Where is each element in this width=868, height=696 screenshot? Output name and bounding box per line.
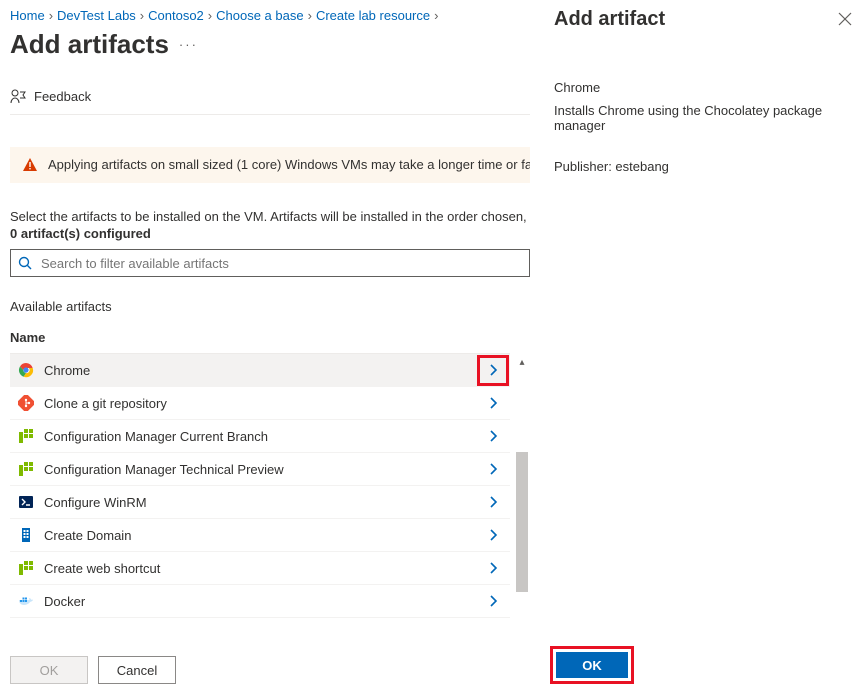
artifact-label: Clone a git repository — [42, 396, 476, 411]
feedback-label: Feedback — [34, 89, 91, 104]
artifact-label: Docker — [42, 594, 476, 609]
cm-icon — [10, 461, 42, 477]
ps-icon — [10, 494, 42, 510]
ok-button-highlight: OK — [550, 646, 634, 684]
artifact-description: Installs Chrome using the Chocolatey pac… — [554, 103, 856, 133]
chevron-right-icon: › — [308, 8, 312, 23]
cm-icon — [10, 560, 42, 576]
artifact-label: Chrome — [42, 363, 476, 378]
artifact-label: Create Domain — [42, 528, 476, 543]
artifact-row[interactable]: Create web shortcut — [10, 552, 510, 585]
ok-primary-button[interactable]: OK — [556, 652, 628, 678]
breadcrumb: Home › DevTest Labs › Contoso2 › Choose a b… — [10, 8, 542, 23]
breadcrumb-item[interactable]: Create lab resource — [316, 8, 430, 23]
chevron-right-icon[interactable] — [476, 429, 510, 443]
artifact-name: Chrome — [554, 80, 856, 95]
artifact-row[interactable]: Chrome — [10, 354, 510, 387]
chevron-right-icon[interactable] — [476, 495, 510, 509]
chevron-right-icon: › — [208, 8, 212, 23]
chevron-right-icon[interactable] — [476, 594, 510, 608]
docker-icon — [10, 593, 42, 609]
artifact-row[interactable]: Clone a git repository — [10, 387, 510, 420]
side-panel-title: Add artifact — [554, 8, 665, 31]
scrollbar-thumb[interactable] — [516, 452, 528, 592]
chevron-right-icon: › — [49, 8, 53, 23]
artifact-row[interactable]: Docker — [10, 585, 510, 618]
artifact-label: Configuration Manager Technical Preview — [42, 462, 476, 477]
column-header-name: Name — [10, 330, 510, 354]
instruction-text: Select the artifacts to be installed on … — [10, 209, 530, 224]
scroll-up-icon[interactable]: ▴ — [514, 354, 530, 370]
artifact-publisher: Publisher: estebang — [554, 159, 856, 174]
warning-bar: Applying artifacts on small sized (1 cor… — [10, 147, 530, 183]
chevron-right-icon[interactable] — [476, 528, 510, 542]
chevron-right-icon[interactable] — [476, 363, 510, 377]
feedback-button[interactable]: Feedback — [10, 88, 91, 104]
artifact-row[interactable]: Create Domain — [10, 519, 510, 552]
domain-icon — [10, 527, 42, 543]
artifact-row[interactable]: Configuration Manager Technical Preview — [10, 453, 510, 486]
breadcrumb-item[interactable]: Choose a base — [216, 8, 303, 23]
git-icon — [10, 395, 42, 411]
scrollbar[interactable]: ▴ — [514, 354, 530, 618]
artifact-row[interactable]: Configure WinRM — [10, 486, 510, 519]
add-artifact-panel: Add artifact Chrome Installs Chrome usin… — [542, 0, 868, 696]
search-input[interactable] — [39, 255, 523, 272]
close-icon — [838, 12, 852, 26]
divider — [10, 114, 530, 115]
more-menu-button[interactable]: ··· — [179, 37, 198, 52]
page-title: Add artifacts — [10, 29, 169, 60]
chevron-right-icon[interactable] — [476, 396, 510, 410]
artifact-row[interactable]: Configuration Manager Current Branch — [10, 420, 510, 453]
warning-icon — [22, 157, 38, 173]
chevron-right-icon: › — [434, 8, 438, 23]
configured-count: 0 artifact(s) configured — [10, 226, 542, 241]
breadcrumb-item[interactable]: DevTest Labs — [57, 8, 136, 23]
search-input-container[interactable] — [10, 249, 530, 277]
chevron-right-icon[interactable] — [476, 561, 510, 575]
artifact-label: Configure WinRM — [42, 495, 476, 510]
ok-button: OK — [10, 656, 88, 684]
artifact-label: Create web shortcut — [42, 561, 476, 576]
close-button[interactable] — [834, 8, 856, 34]
breadcrumb-item[interactable]: Contoso2 — [148, 8, 204, 23]
feedback-icon — [10, 88, 26, 104]
search-icon — [17, 255, 33, 271]
artifact-label: Configuration Manager Current Branch — [42, 429, 476, 444]
cancel-button[interactable]: Cancel — [98, 656, 176, 684]
artifact-list: Chrome Clone a git repository Configuratio… — [10, 354, 510, 618]
breadcrumb-item[interactable]: Home — [10, 8, 45, 23]
warning-text: Applying artifacts on small sized (1 cor… — [48, 157, 530, 172]
available-artifacts-label: Available artifacts — [10, 299, 542, 314]
chrome-icon — [10, 362, 42, 378]
cm-icon — [10, 428, 42, 444]
chevron-right-icon[interactable] — [476, 462, 510, 476]
chevron-right-icon: › — [140, 8, 144, 23]
